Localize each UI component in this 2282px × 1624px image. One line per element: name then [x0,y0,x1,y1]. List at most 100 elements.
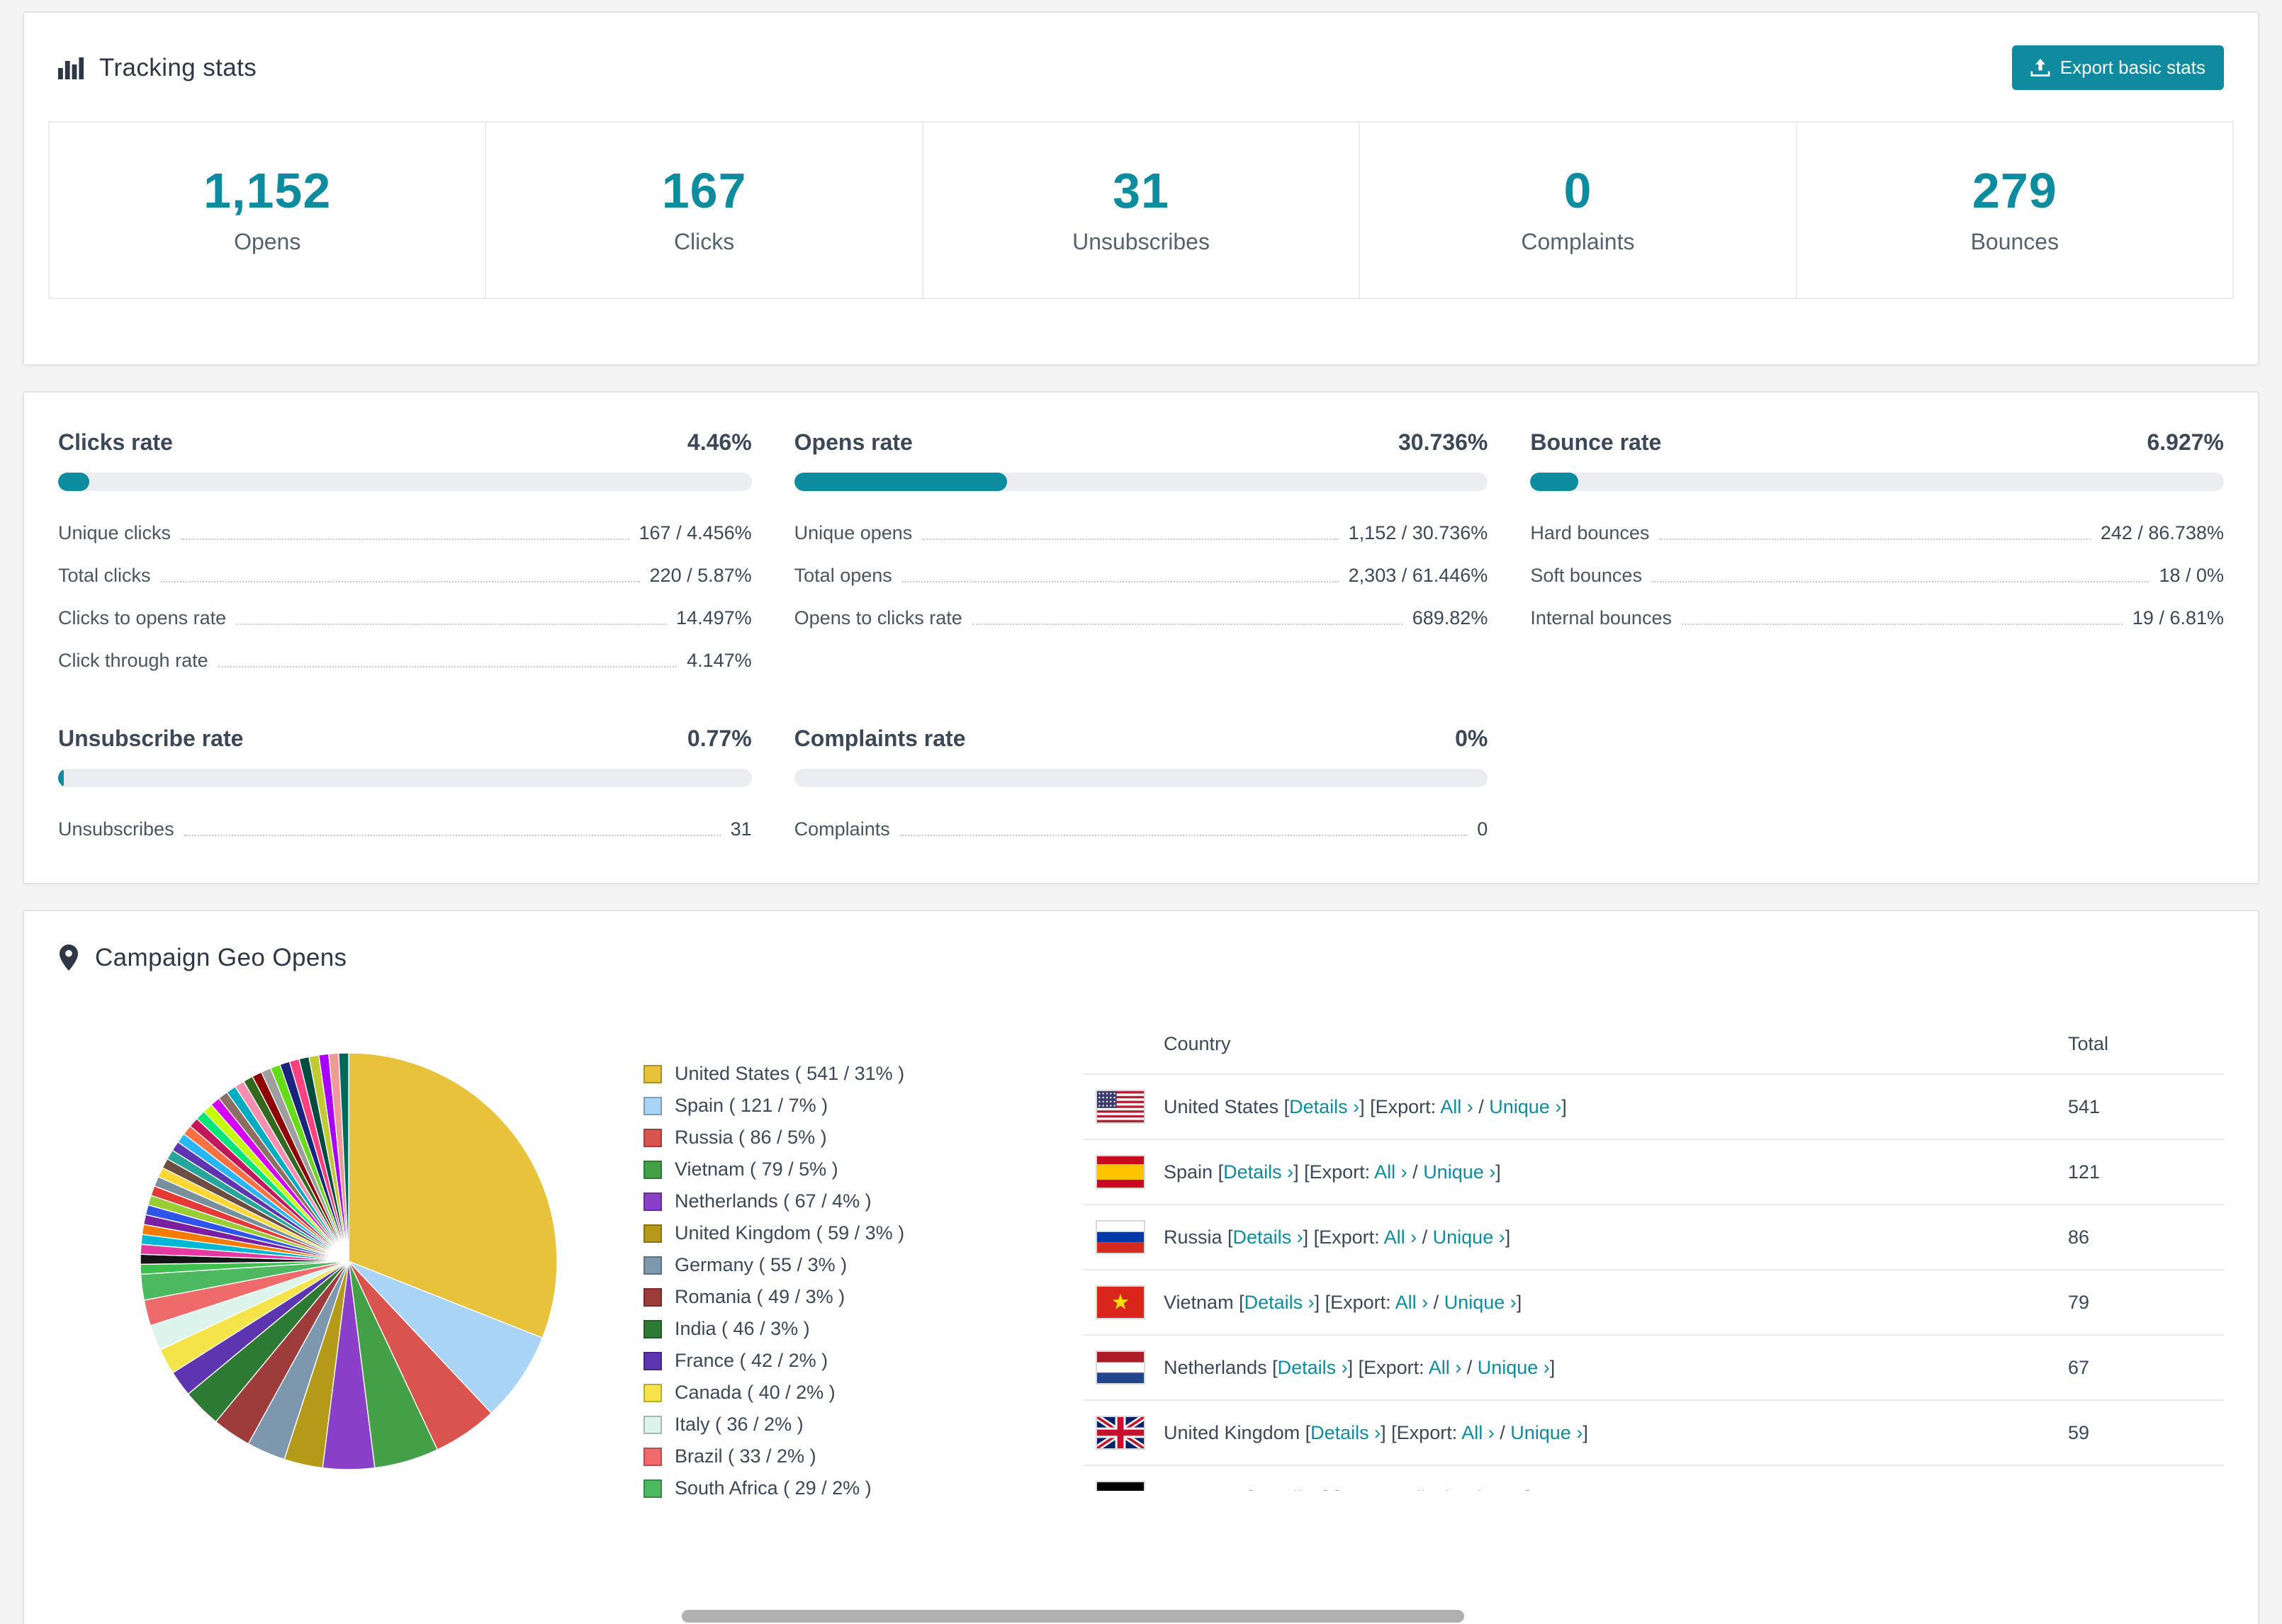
summary-stat-complaints: 0 Complaints [1359,123,1795,298]
rate-row-value: 2,303 / 61.446% [1348,565,1488,586]
export-unique-link[interactable]: Unique › [1433,1227,1505,1248]
stat-value: 0 [1563,163,1592,218]
legend-label: South Africa ( 29 / 2% ) [675,1477,872,1499]
rate-rows: Unsubscribes 31 [58,818,752,840]
dotted-leader [1659,538,2091,540]
geo-opens-title: Campaign Geo Opens [95,944,347,971]
rate-row-value: 167 / 4.456% [639,522,752,543]
export-all-link[interactable]: All › [1429,1357,1462,1378]
card-header: Tracking stats Export basic stats [24,13,2258,118]
details-link[interactable]: Details › [1244,1292,1315,1313]
table-header: Country Total [1083,1012,2224,1073]
dotted-leader [236,624,667,625]
export-all-link[interactable]: All › [1374,1161,1407,1183]
export-unique-link[interactable]: Unique › [1444,1292,1517,1313]
table-row: Netherlands [Details ›] [Export: All › /… [1083,1334,2224,1399]
rate-row: Soft bounces 18 / 0% [1530,565,2224,587]
flag-icon-gb [1095,1414,1146,1451]
details-link[interactable]: Details › [1223,1161,1293,1183]
export-all-link[interactable]: All › [1440,1096,1473,1117]
legend-swatch [643,1064,662,1083]
stat-label: Bounces [1970,229,2059,254]
legend-swatch [643,1447,662,1466]
progress-bar-fill [794,473,1008,491]
country-total: 86 [2068,1226,2090,1248]
stat-value: 31 [1113,163,1169,218]
country-total: 121 [2068,1161,2101,1183]
rate-panel: Bounce rate 6.927% Hard bounces 242 / 86… [1530,429,2224,672]
export-basic-stats-button[interactable]: Export basic stats [2011,45,2224,90]
rate-panel-header: Bounce rate 6.927% [1530,429,2224,456]
rate-row-label: Total opens [794,565,892,586]
export-unique-link[interactable]: Unique › [1453,1487,1525,1492]
rate-row: Click through rate 4.147% [58,650,752,672]
flag-cell [1083,1220,1164,1254]
rate-panel-header: Opens rate 30.736% [794,429,1488,456]
rate-row-label: Unique clicks [58,522,172,543]
details-link[interactable]: Details › [1253,1487,1323,1492]
export-all-link[interactable]: All › [1395,1292,1429,1313]
legend-item: United States ( 541 / 31% ) [643,1063,952,1085]
horizontal-scrollbar[interactable] [682,1610,1464,1623]
rate-row-value: 0 [1477,818,1488,840]
total-column-header: Total [2068,1033,2109,1054]
rate-row-label: Clicks to opens rate [58,607,227,628]
bar-chart-icon [58,57,84,79]
dotted-leader [922,538,1339,540]
rate-row-label: Opens to clicks rate [794,607,962,628]
country-total: 67 [2068,1356,2090,1378]
export-unique-link[interactable]: Unique › [1423,1161,1495,1183]
summary-stat-clicks: 167 Clicks [485,123,921,298]
legend-item: Spain ( 121 / 7% ) [643,1095,952,1117]
dotted-leader [1681,624,2123,625]
progress-bar-track [1530,473,2224,491]
export-unique-link[interactable]: Unique › [1510,1422,1583,1443]
rates-card: Clicks rate 4.46% Unique clicks 167 / 4.… [23,391,2259,884]
rate-title: Complaints rate [794,726,966,751]
legend-label: Romania ( 49 / 3% ) [675,1286,845,1307]
dotted-leader [184,835,721,836]
export-unique-link[interactable]: Unique › [1478,1357,1550,1378]
rate-panel: Complaints rate 0% Complaints 0 [794,726,1488,840]
legend-swatch [643,1192,662,1211]
rate-panel-header: Unsubscribe rate 0.77% [58,726,752,752]
dotted-leader [901,581,1339,582]
details-link[interactable]: Details › [1278,1357,1348,1378]
export-unique-link[interactable]: Unique › [1489,1096,1561,1117]
dotted-leader [899,835,1468,836]
stat-value: 279 [1972,163,2057,218]
export-all-link[interactable]: All › [1461,1422,1495,1443]
export-all-link[interactable]: All › [1404,1487,1437,1492]
flag-cell [1083,1414,1164,1451]
rate-row-value: 19 / 6.81% [2132,607,2224,628]
rate-panel: Unsubscribe rate 0.77% Unsubscribes 31 [58,726,752,840]
rate-rows: Unique clicks 167 / 4.456% Total clicks … [58,522,752,672]
table-row: Vietnam [Details ›] [Export: All › / Uni… [1083,1269,2224,1334]
progress-bar-track [794,769,1488,787]
legend-item: Vietnam ( 79 / 5% ) [643,1158,952,1180]
legend-item: Netherlands ( 67 / 4% ) [643,1190,952,1212]
rate-row-label: Internal bounces [1530,607,1672,628]
export-icon [2030,58,2050,78]
card-header: Campaign Geo Opens [24,911,2258,1000]
rate-percent: 6.927% [2147,429,2224,455]
export-all-link[interactable]: All › [1384,1227,1417,1248]
details-link[interactable]: Details › [1289,1096,1359,1117]
rate-row-value: 220 / 5.87% [649,565,752,586]
legend-label: Brazil ( 33 / 2% ) [675,1445,816,1467]
rate-row-label: Hard bounces [1530,522,1650,543]
flag-icon-nl [1096,1350,1145,1385]
rate-percent: 30.736% [1398,429,1488,455]
rate-row-label: Total clicks [58,565,151,586]
details-link[interactable]: Details › [1233,1227,1303,1248]
details-link[interactable]: Details › [1310,1422,1381,1443]
rate-row: Complaints 0 [794,818,1488,840]
legend-swatch [643,1479,662,1498]
summary-stat-unsubscribes: 31 Unsubscribes [921,123,1359,298]
country-total: 59 [2068,1421,2090,1443]
country-cell: United Kingdom [Details ›] [Export: All … [1164,1421,1588,1443]
legend-item: Brazil ( 33 / 2% ) [643,1445,952,1467]
rate-title: Bounce rate [1530,429,1662,455]
legend-item: France ( 42 / 2% ) [643,1350,952,1372]
tracking-stats-card: Tracking stats Export basic stats 1,152 … [23,11,2259,366]
